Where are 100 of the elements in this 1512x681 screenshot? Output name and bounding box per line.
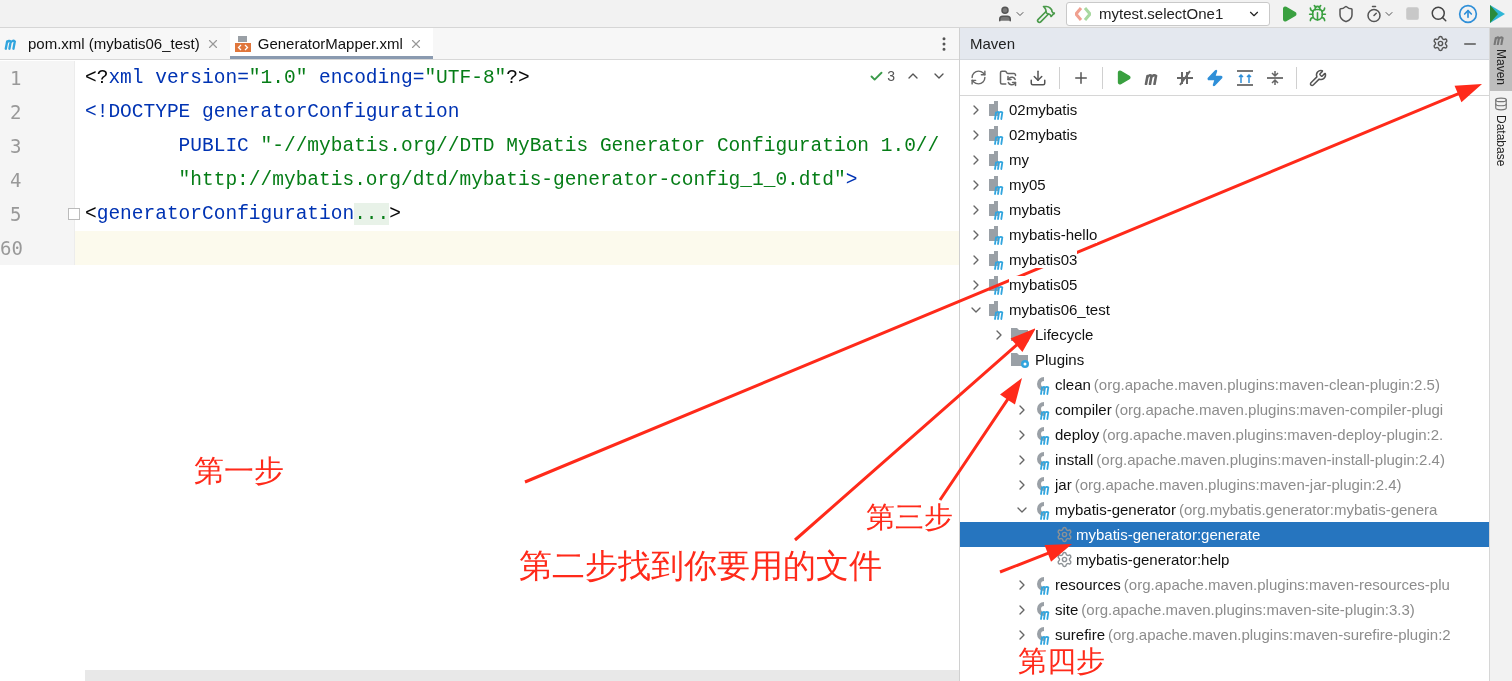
tree-item[interactable]: my05 — [960, 172, 1489, 197]
tree-item-label: surefire — [1055, 626, 1106, 643]
tree-item[interactable]: mybatis-generator (org.mybatis.generator:mybatis-genera — [960, 497, 1489, 522]
tree-item-label: Lifecycle — [1035, 326, 1094, 343]
search-icon[interactable] — [1430, 4, 1448, 23]
profiler-icon[interactable] — [1365, 4, 1383, 23]
tree-item[interactable]: mybatis-generator:help — [960, 547, 1489, 572]
gear-icon — [1056, 526, 1073, 543]
settings-icon[interactable] — [1432, 35, 1449, 52]
line-number: 1 — [0, 61, 75, 95]
user-icon[interactable] — [996, 4, 1014, 23]
tree-item[interactable]: mybatis-generator:generate — [960, 522, 1489, 547]
tree-item[interactable]: clean (org.apache.maven.plugins:maven-clean-plugin:2.5) — [960, 372, 1489, 397]
tree-item[interactable]: install (org.apache.maven.plugins:maven-install-plugin:2.4) — [960, 447, 1489, 472]
tree-item-label: deploy — [1055, 426, 1100, 443]
reload-icon[interactable] — [970, 69, 987, 86]
line-number: 4 — [0, 163, 75, 197]
annotation-text: 第一步 — [194, 452, 284, 490]
tree-item-label: clean — [1055, 376, 1091, 393]
tree-item[interactable]: site (org.apache.maven.plugins:maven-site-plugin:3.3) — [960, 597, 1489, 622]
coverage-icon[interactable] — [1337, 4, 1355, 23]
editor-tab[interactable]: GeneratorMapper.xml — [229, 28, 433, 59]
annotation-text: 第三步 — [866, 499, 953, 536]
tree-item-label: mybatis03 — [1009, 251, 1078, 268]
tree-item[interactable]: deploy (org.apache.maven.plugins:maven-deploy-plugin:2. — [960, 422, 1489, 447]
maven-module-icon — [987, 199, 1006, 220]
tree-item[interactable]: mybatis — [960, 197, 1489, 222]
wrench-icon[interactable] — [1309, 68, 1327, 87]
update-icon[interactable] — [1458, 3, 1478, 24]
run-icon[interactable] — [1115, 69, 1132, 86]
tree-item-label: mybatis-generator:generate — [1076, 526, 1261, 543]
run-configuration-dropdown[interactable]: mytest.selectOne1 — [1066, 1, 1270, 26]
code-line: <?xml version="1.0" encoding="UTF-8"?> — [84, 67, 530, 89]
xml-file-icon — [1075, 6, 1091, 21]
tree-item-label: compiler — [1055, 401, 1112, 418]
tree-item[interactable]: 02mybatis — [960, 97, 1489, 122]
panel-title: Maven — [970, 35, 1016, 52]
tree-item-label: site — [1055, 601, 1079, 618]
database-icon — [1494, 97, 1508, 112]
tree-item[interactable]: compiler (org.apache.maven.plugins:maven-compiler-plugi — [960, 397, 1489, 422]
tree-item-label: 02mybatis — [1009, 101, 1078, 118]
gear-icon — [1056, 551, 1073, 568]
maven-module-icon — [987, 99, 1006, 120]
code-line: "http://mybatis.org/dtd/mybatis-generator-config_1_0.dtd"> — [177, 169, 858, 191]
line-number: 60 — [0, 231, 75, 265]
tree-item[interactable]: jar (org.apache.maven.plugins:maven-jar-plugin:2.4) — [960, 472, 1489, 497]
app-logo-icon[interactable] — [1488, 3, 1506, 24]
maven-module-icon — [987, 299, 1006, 320]
download-icon[interactable] — [1029, 68, 1047, 87]
line-number: 2 — [0, 95, 75, 129]
tree-item-label: jar — [1055, 476, 1072, 493]
tree-item[interactable]: mybatis03 — [960, 247, 1489, 272]
editor-tab[interactable]: pom.xml (mybatis06_test) — [0, 28, 230, 59]
tree-item-detail: (org.mybatis.generator:mybatis-genera — [1178, 501, 1438, 518]
side-tab[interactable]: Maven — [1490, 28, 1512, 92]
tree-item-detail: (org.apache.maven.plugins:maven-site-plugin:3.3) — [1081, 601, 1415, 618]
code-line: PUBLIC "-//mybatis.org//DTD MyBatis Generator Configuration 1.0// — [177, 135, 940, 157]
maven-module-icon — [987, 124, 1006, 145]
tree-item[interactable]: my — [960, 147, 1489, 172]
inspection-count[interactable]: 3 — [887, 68, 895, 84]
tree-item[interactable]: resources (org.apache.maven.plugins:maven-resources-plu — [960, 572, 1489, 597]
maven-module-icon — [987, 224, 1006, 245]
code-line: <!DOCTYPE generatorConfiguration — [84, 101, 460, 123]
run-icon[interactable] — [1280, 4, 1298, 23]
side-tab[interactable]: Database — [1490, 91, 1512, 173]
tree-item[interactable]: Plugins — [960, 347, 1489, 372]
horizontal-scrollbar[interactable] — [85, 670, 959, 681]
tree-item-detail: (org.apache.maven.plugins:maven-compiler-plugi — [1114, 401, 1444, 418]
tree-item[interactable]: 02mybatis — [960, 122, 1489, 147]
maven-module-icon — [987, 249, 1006, 270]
tree-item-detail: (org.apache.maven.plugins:maven-clean-plugin:2.5) — [1093, 376, 1440, 393]
hammer-icon[interactable] — [1036, 3, 1056, 24]
line-number: 3 — [0, 129, 75, 163]
tree-item-label: mybatis-generator — [1055, 501, 1176, 518]
tree-item-detail: (org.apache.maven.plugins:maven-deploy-plugin:2. — [1102, 426, 1444, 443]
maven-module-icon — [987, 174, 1006, 195]
tree-item-detail: (org.apache.maven.plugins:maven-surefire-plugin:2 — [1108, 626, 1451, 643]
collapse-all-icon[interactable] — [1266, 69, 1284, 86]
offline-toggle-icon[interactable] — [1176, 68, 1194, 87]
fold-toggle-icon[interactable] — [68, 208, 80, 220]
tree-item-label: install — [1055, 451, 1094, 468]
tree-item-label: 02mybatis — [1009, 126, 1078, 143]
debug-icon[interactable] — [1308, 4, 1327, 23]
tree-item-detail: (org.apache.maven.plugins:maven-install-plugin:2.4) — [1096, 451, 1445, 468]
tree-item-label: mybatis — [1009, 201, 1061, 218]
annotation-text: 第二步找到你要用的文件 — [519, 545, 882, 587]
tree-item[interactable]: mybatis-hello — [960, 222, 1489, 247]
tree-item-label: Plugins — [1035, 351, 1085, 368]
tree-item-detail: (org.apache.maven.plugins:maven-resources-plu — [1123, 576, 1450, 593]
xml-file-icon — [233, 34, 252, 53]
lightning-icon[interactable] — [1206, 68, 1224, 87]
folder-refresh-icon[interactable] — [999, 68, 1017, 87]
tree-item-label: mybatis-generator:help — [1076, 551, 1230, 568]
maven-module-icon — [987, 149, 1006, 170]
tree-item-label: mybatis05 — [1009, 276, 1078, 293]
tree-item-label: mybatis06_test — [1009, 301, 1110, 318]
tree-item-detail: (org.apache.maven.plugins:maven-jar-plugin:2.4) — [1074, 476, 1402, 493]
tree-item[interactable]: mybatis06_test — [960, 297, 1489, 322]
tree-item-label: mybatis-hello — [1009, 226, 1098, 243]
expand-all-icon[interactable] — [1236, 69, 1254, 86]
